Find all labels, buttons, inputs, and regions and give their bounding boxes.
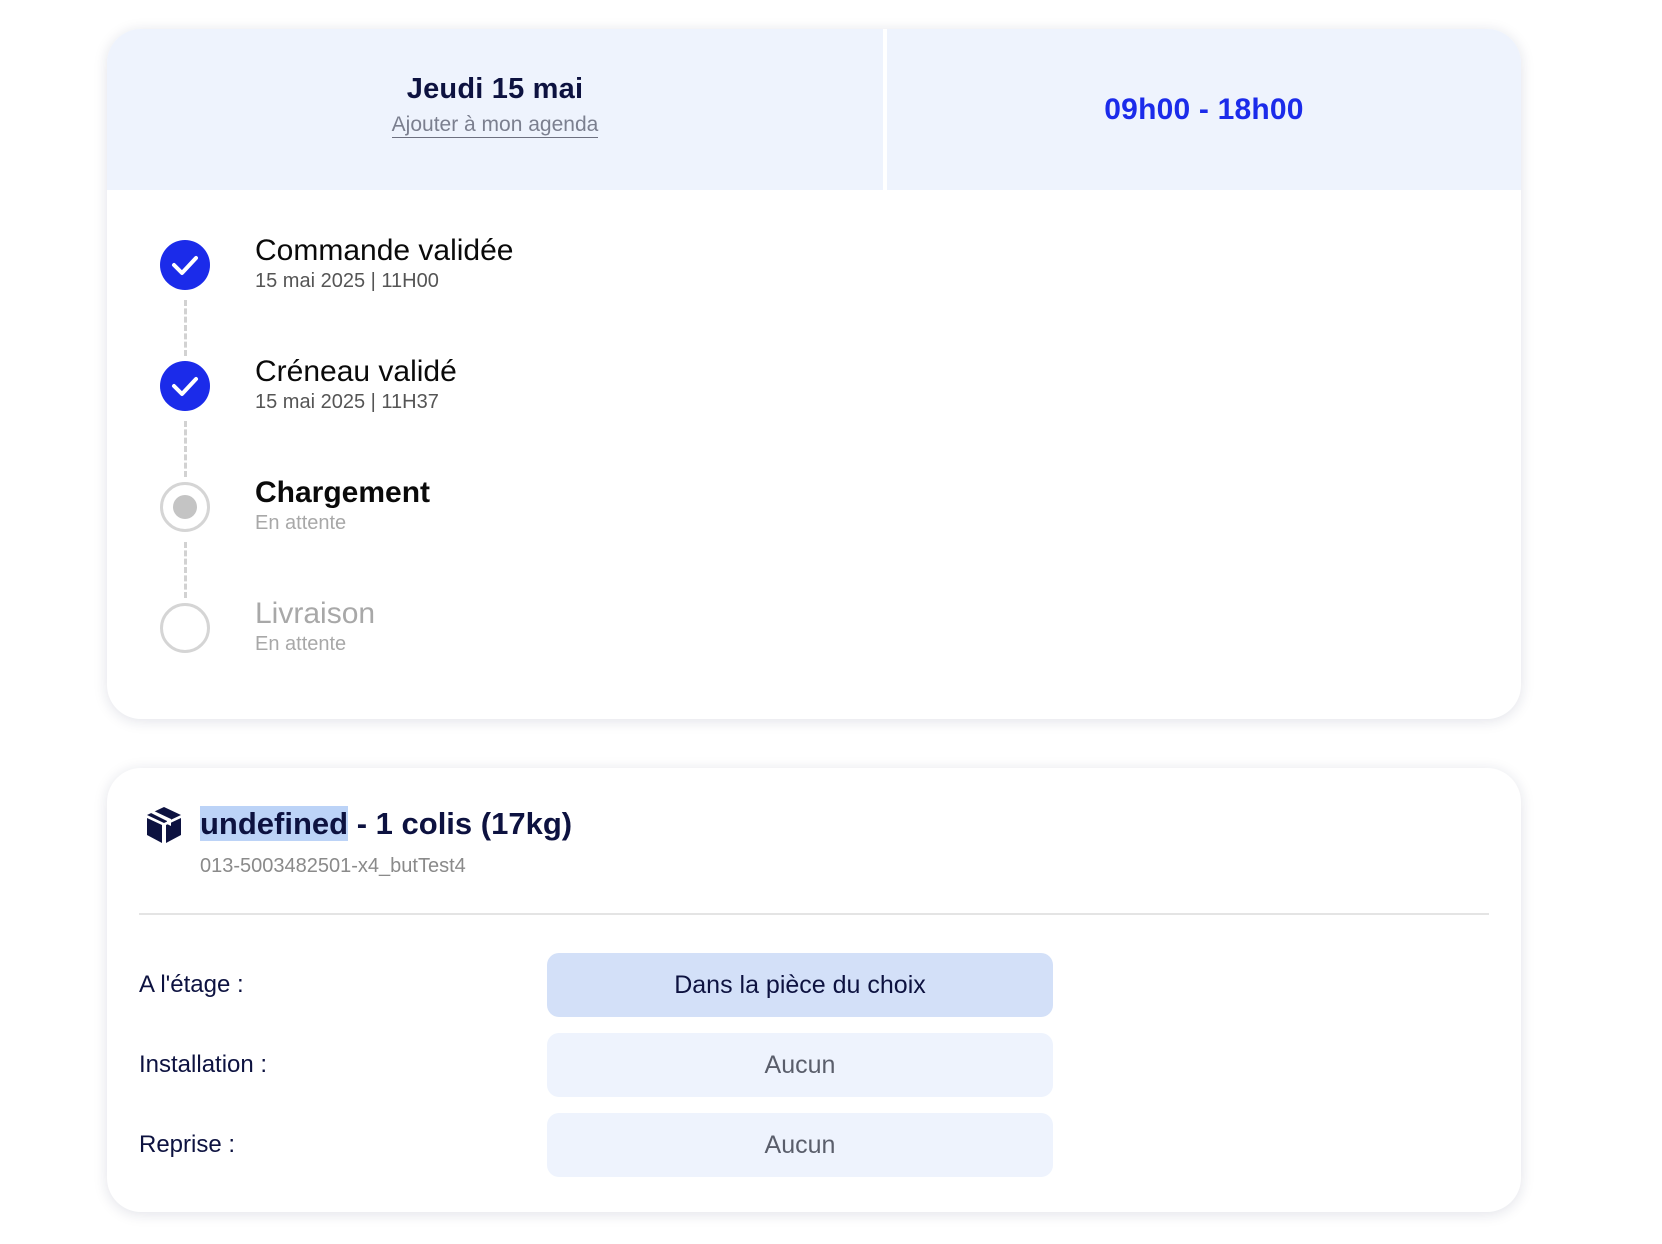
option-label: Installation : <box>139 1051 268 1078</box>
option-label: Reprise : <box>139 1131 236 1158</box>
option-value-installation[interactable]: Aucun <box>547 1033 1053 1097</box>
timeline-step-order-validated: Commande validée 15 mai 2025 | 11H00 <box>107 234 1521 320</box>
option-value-takeback[interactable]: Aucun <box>547 1113 1053 1177</box>
timeline-step-delivery: Livraison En attente <box>107 597 1521 683</box>
step-title: Livraison <box>255 597 376 630</box>
delivery-date-panel: Jeudi 15 mai Ajouter à mon agenda <box>107 29 883 190</box>
parcel-summary: - 1 colis (17kg) <box>348 806 573 841</box>
parcel-title: undefined - 1 colis (17kg) <box>200 804 572 844</box>
delivery-tracking-card: Jeudi 15 mai Ajouter à mon agenda 09h00 … <box>107 29 1521 719</box>
delivery-header: Jeudi 15 mai Ajouter à mon agenda 09h00 … <box>107 29 1521 190</box>
time-slot: 09h00 - 18h00 <box>1104 92 1304 126</box>
step-timestamp: 15 mai 2025 | 11H00 <box>255 270 439 292</box>
option-value-floor[interactable]: Dans la pièce du choix <box>547 953 1053 1017</box>
timeline-step-slot-validated: Créneau validé 15 mai 2025 | 11H37 <box>107 355 1521 441</box>
delivery-date: Jeudi 15 mai <box>406 73 584 105</box>
parcel-name: undefined <box>200 806 349 841</box>
timeline-step-loading: Chargement En attente <box>107 476 1521 562</box>
add-to-agenda-link[interactable]: Ajouter à mon agenda <box>391 112 599 138</box>
option-row-takeback: Reprise : Aucun <box>139 1113 1053 1177</box>
parcel-reference: 013-5003482501-x4_butTest4 <box>200 855 466 877</box>
step-title: Chargement <box>255 476 431 509</box>
divider <box>139 913 1489 915</box>
time-slot-panel: 09h00 - 18h00 <box>887 29 1521 190</box>
step-status: En attente <box>255 633 347 655</box>
empty-circle-icon <box>160 603 210 653</box>
step-status: En attente <box>255 512 347 534</box>
option-row-floor: A l'étage : Dans la pièce du choix <box>139 953 1053 1017</box>
option-label: A l'étage : <box>139 971 244 998</box>
check-icon <box>160 240 210 290</box>
step-title: Commande validée <box>255 234 514 267</box>
in-progress-radio-icon <box>160 482 210 532</box>
parcel-card: undefined - 1 colis (17kg) 013-500348250… <box>107 768 1521 1212</box>
option-row-installation: Installation : Aucun <box>139 1033 1053 1097</box>
step-title: Créneau validé <box>255 355 457 388</box>
step-timestamp: 15 mai 2025 | 11H37 <box>255 391 439 413</box>
package-icon <box>143 804 185 846</box>
check-icon <box>160 361 210 411</box>
